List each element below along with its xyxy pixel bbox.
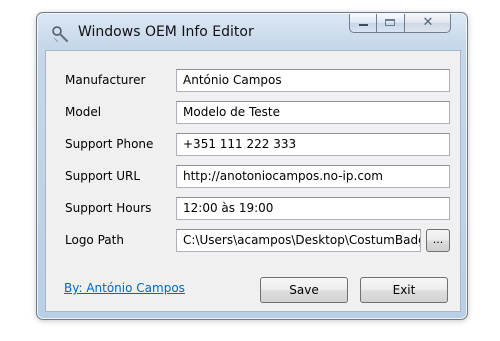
support-phone-field[interactable]: +351 111 222 333 — [176, 133, 450, 156]
manufacturer-label: Manufacturer — [65, 73, 146, 87]
support-phone-label: Support Phone — [65, 137, 154, 151]
support-url-label: Support URL — [65, 169, 141, 183]
magnifier-wrench-icon — [52, 26, 69, 43]
author-link[interactable]: By: António Campos — [64, 281, 185, 295]
window-caption-buttons: ✕ — [349, 14, 451, 35]
form-panel: Manufacturer António Campos Model Modelo… — [45, 50, 461, 312]
manufacturer-field[interactable]: António Campos — [176, 69, 450, 92]
support-hours-field[interactable]: 12:00 às 19:00 — [176, 197, 450, 220]
close-icon: ✕ — [422, 15, 434, 30]
maximize-icon — [385, 19, 395, 26]
app-window: Windows OEM Info Editor ✕ Manufacturer A… — [36, 12, 468, 320]
browse-logo-button[interactable]: ... — [426, 229, 450, 252]
logo-path-field[interactable]: C:\Users\acampos\Desktop\CostumBadge — [176, 229, 421, 252]
model-field[interactable]: Modelo de Teste — [176, 101, 450, 124]
model-label: Model — [65, 105, 102, 119]
minimize-icon — [359, 24, 368, 26]
close-button[interactable]: ✕ — [405, 14, 451, 33]
exit-button[interactable]: Exit — [360, 277, 448, 303]
title-bar[interactable]: Windows OEM Info Editor ✕ — [37, 13, 467, 51]
minimize-button[interactable] — [349, 14, 377, 33]
maximize-button[interactable] — [377, 14, 405, 33]
logo-path-label: Logo Path — [65, 233, 124, 247]
support-hours-label: Support Hours — [65, 201, 152, 215]
save-button[interactable]: Save — [260, 277, 348, 303]
window-title: Windows OEM Info Editor — [78, 24, 254, 40]
support-url-field[interactable]: http://anotoniocampos.no-ip.com — [176, 165, 450, 188]
